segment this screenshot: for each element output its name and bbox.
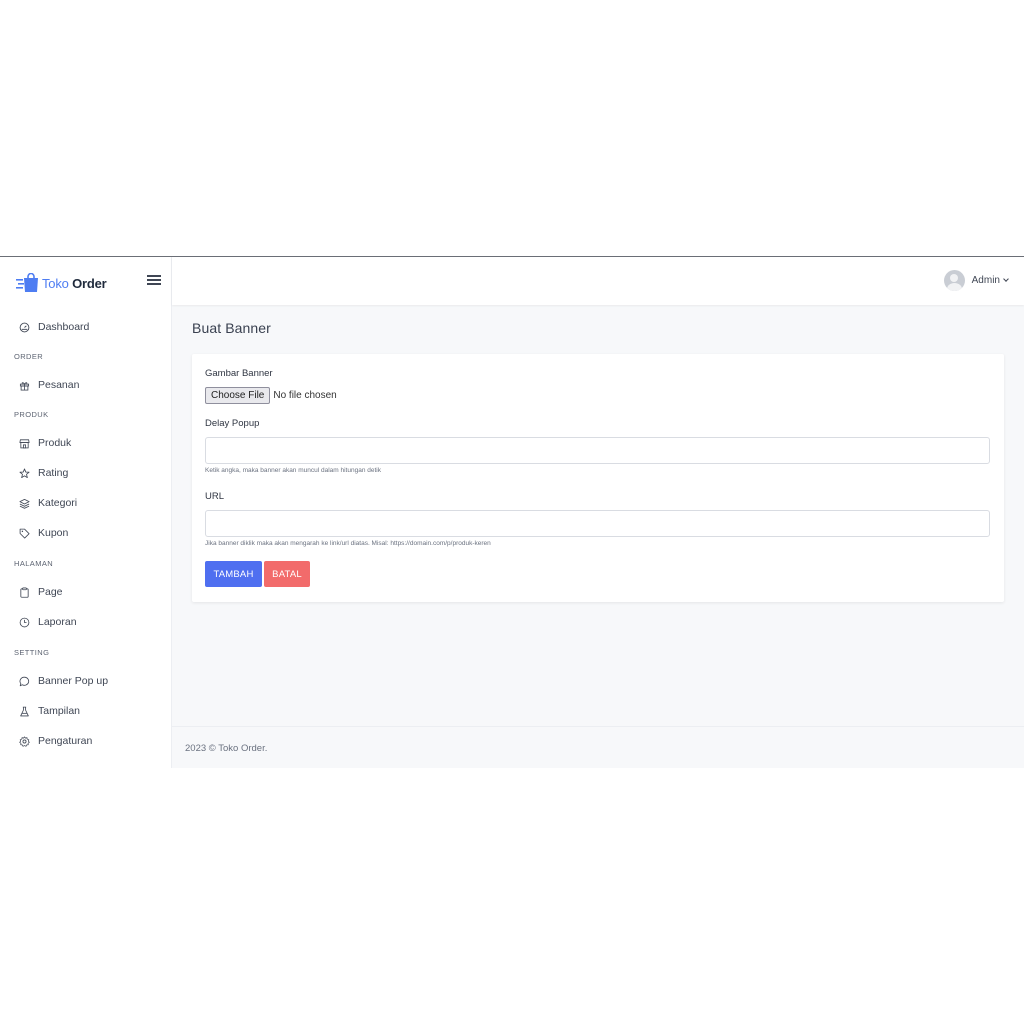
sidebar-item-label: Page: [38, 586, 63, 598]
brand-name-part2: Order: [72, 275, 107, 291]
hamburger-menu-icon[interactable]: [147, 275, 161, 287]
brand-name-part1: Toko: [42, 275, 69, 291]
top-header: Admin: [172, 257, 1024, 305]
avatar: [943, 270, 965, 291]
url-label: URL: [205, 491, 225, 502]
sidebar-item-label: Tampilan: [38, 705, 81, 717]
sidebar-item-label: Pengaturan: [38, 735, 93, 747]
brand-logo[interactable]: Toko Order: [16, 271, 107, 295]
chat-bubble-icon: [19, 676, 30, 686]
flask-icon: [20, 706, 29, 716]
banner-form-card: Gambar Banner Choose File No file chosen…: [192, 354, 1004, 602]
user-menu[interactable]: Admin: [943, 270, 1009, 291]
sidebar: Toko Order Dashboard ORDER Pesanan PRODU…: [0, 257, 172, 768]
choose-file-button[interactable]: Choose File: [205, 387, 271, 404]
chevron-down-icon: [1003, 276, 1009, 282]
url-help: Jika banner diklik maka akan mengarah ke…: [205, 540, 491, 547]
delay-popup-input[interactable]: [205, 437, 990, 464]
sidebar-item-label: Pesanan: [38, 379, 80, 391]
batal-button[interactable]: BATAL: [264, 561, 310, 587]
user-name: Admin: [971, 275, 1000, 286]
gear-icon: [19, 735, 30, 747]
url-input[interactable]: [205, 510, 990, 537]
sidebar-item-label: Produk: [38, 437, 72, 449]
delay-popup-help: Ketik angka, maka banner akan muncul dal…: [205, 467, 381, 474]
nav-section-order: ORDER: [14, 352, 44, 361]
sidebar-item-laporan[interactable]: Laporan: [0, 609, 171, 635]
clipboard-icon: [20, 587, 29, 598]
page-title: Buat Banner: [192, 320, 271, 336]
dashboard-gauge-icon: [19, 322, 30, 332]
sidebar-item-kategori[interactable]: Kategori: [0, 490, 171, 516]
sidebar-item-rating[interactable]: Rating: [0, 460, 171, 486]
sidebar-item-kupon[interactable]: Kupon: [0, 520, 171, 546]
brand-name: Toko Order: [42, 276, 107, 291]
gambar-banner-label: Gambar Banner: [205, 368, 273, 379]
footer-copyright: 2023 © Toko Order.: [185, 743, 268, 754]
sidebar-item-pesanan[interactable]: Pesanan: [0, 372, 171, 398]
sidebar-item-label: Banner Pop up: [38, 675, 109, 687]
file-input[interactable]: Choose File No file chosen: [205, 387, 337, 404]
sidebar-item-label: Rating: [38, 467, 69, 479]
app-window: Toko Order Dashboard ORDER Pesanan PRODU…: [0, 256, 1024, 768]
tambah-button[interactable]: TAMBAH: [205, 561, 262, 587]
sidebar-item-pengaturan[interactable]: Pengaturan: [0, 728, 171, 754]
sidebar-item-tampilan[interactable]: Tampilan: [0, 698, 171, 724]
file-status-text: No file chosen: [273, 390, 337, 401]
sidebar-item-label: Kategori: [38, 497, 78, 509]
footer: 2023 © Toko Order.: [172, 726, 1024, 768]
nav-section-produk: PRODUK: [14, 410, 49, 419]
shopping-bag-icon: [16, 272, 40, 293]
tag-icon: [19, 528, 30, 538]
nav-section-halaman: HALAMAN: [14, 559, 54, 568]
sidebar-item-page[interactable]: Page: [0, 579, 171, 605]
sidebar-item-label: Kupon: [38, 527, 69, 539]
sidebar-item-label: Laporan: [38, 616, 77, 628]
nav-section-setting: SETTING: [14, 648, 50, 657]
store-icon: [19, 438, 30, 448]
delay-popup-label: Delay Popup: [205, 418, 260, 429]
clock-icon: [19, 617, 30, 627]
star-icon: [19, 468, 30, 478]
sidebar-item-label: Dashboard: [38, 321, 90, 333]
gift-icon: [19, 381, 30, 390]
layers-icon: [19, 498, 30, 509]
sidebar-item-banner-pop-up[interactable]: Banner Pop up: [0, 668, 171, 694]
sidebar-item-produk[interactable]: Produk: [0, 430, 171, 456]
sidebar-item-dashboard[interactable]: Dashboard: [0, 314, 171, 340]
